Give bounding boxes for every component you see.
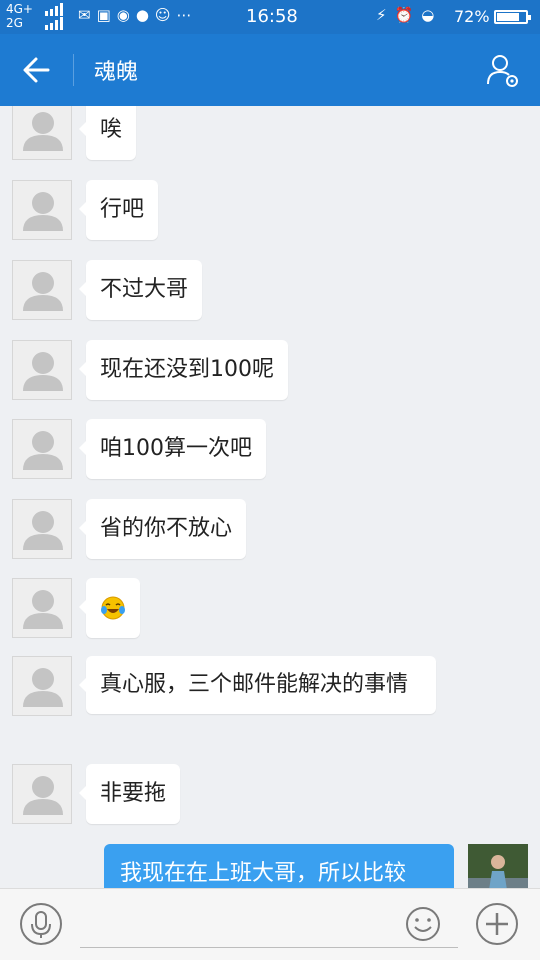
signal-icon — [45, 3, 63, 30]
avatar[interactable] — [12, 419, 72, 479]
battery-percent: 72% — [454, 7, 490, 26]
chat-history[interactable]: 唉 行吧 不过大哥 现在还没到100呢 咱100算一次吧 省的你不放心 真心服，… — [0, 106, 540, 888]
notification-icons: ✉▣◉●☺⋯ — [78, 6, 198, 24]
message-bubble[interactable]: 省的你不放心 — [78, 499, 247, 559]
message-bubble[interactable]: 不过大哥 — [78, 260, 203, 320]
message-input[interactable] — [80, 903, 458, 948]
avatar[interactable] — [12, 764, 72, 824]
emoji-bubble[interactable] — [79, 578, 140, 638]
own-message-bubble[interactable]: 我现在在上班大哥，所以比较 — [104, 844, 454, 888]
message-bubble[interactable]: 真心服，三个邮件能解决的事情 — [79, 656, 436, 714]
microphone-icon[interactable] — [19, 902, 63, 946]
avatar[interactable] — [12, 340, 72, 400]
status-bar: 4G+ 2G ✉▣◉●☺⋯ 16:58 ⚡⏰◒ 72% — [0, 0, 540, 34]
laughing-tears-emoji — [101, 596, 125, 620]
contact-name: 魂魄 — [94, 60, 139, 85]
avatar[interactable] — [12, 656, 72, 716]
network-indicator: 4G+ 2G — [6, 2, 33, 30]
header-divider — [73, 54, 74, 86]
own-message-row: 我现在在上班大哥，所以比较 — [0, 844, 540, 888]
battery-icon — [494, 10, 531, 24]
avatar[interactable] — [12, 260, 72, 320]
network-type-secondary: 2G — [6, 16, 23, 30]
clock: 16:58 — [246, 6, 298, 27]
chat-header: 魂魄 — [0, 34, 540, 106]
message-bubble[interactable]: 唉 — [78, 106, 137, 160]
smiley-icon[interactable] — [404, 905, 442, 943]
avatar[interactable] — [12, 106, 72, 160]
avatar[interactable] — [12, 499, 72, 559]
network-type-primary: 4G+ — [6, 2, 33, 16]
message-bubble[interactable]: 行吧 — [78, 180, 159, 240]
message-bubble[interactable]: 咱100算一次吧 — [79, 419, 266, 479]
message-bubble[interactable]: 现在还没到100呢 — [79, 340, 288, 400]
avatar[interactable] — [12, 180, 72, 240]
arrow-left-icon[interactable] — [18, 52, 58, 88]
own-avatar[interactable] — [468, 844, 528, 888]
input-bar — [0, 888, 540, 960]
message-bubble[interactable]: 非要拖 — [78, 764, 181, 824]
user-settings-icon[interactable] — [484, 52, 522, 90]
plus-icon[interactable] — [475, 902, 519, 946]
system-icons: ⚡⏰◒ — [376, 6, 443, 24]
avatar[interactable] — [12, 578, 72, 638]
